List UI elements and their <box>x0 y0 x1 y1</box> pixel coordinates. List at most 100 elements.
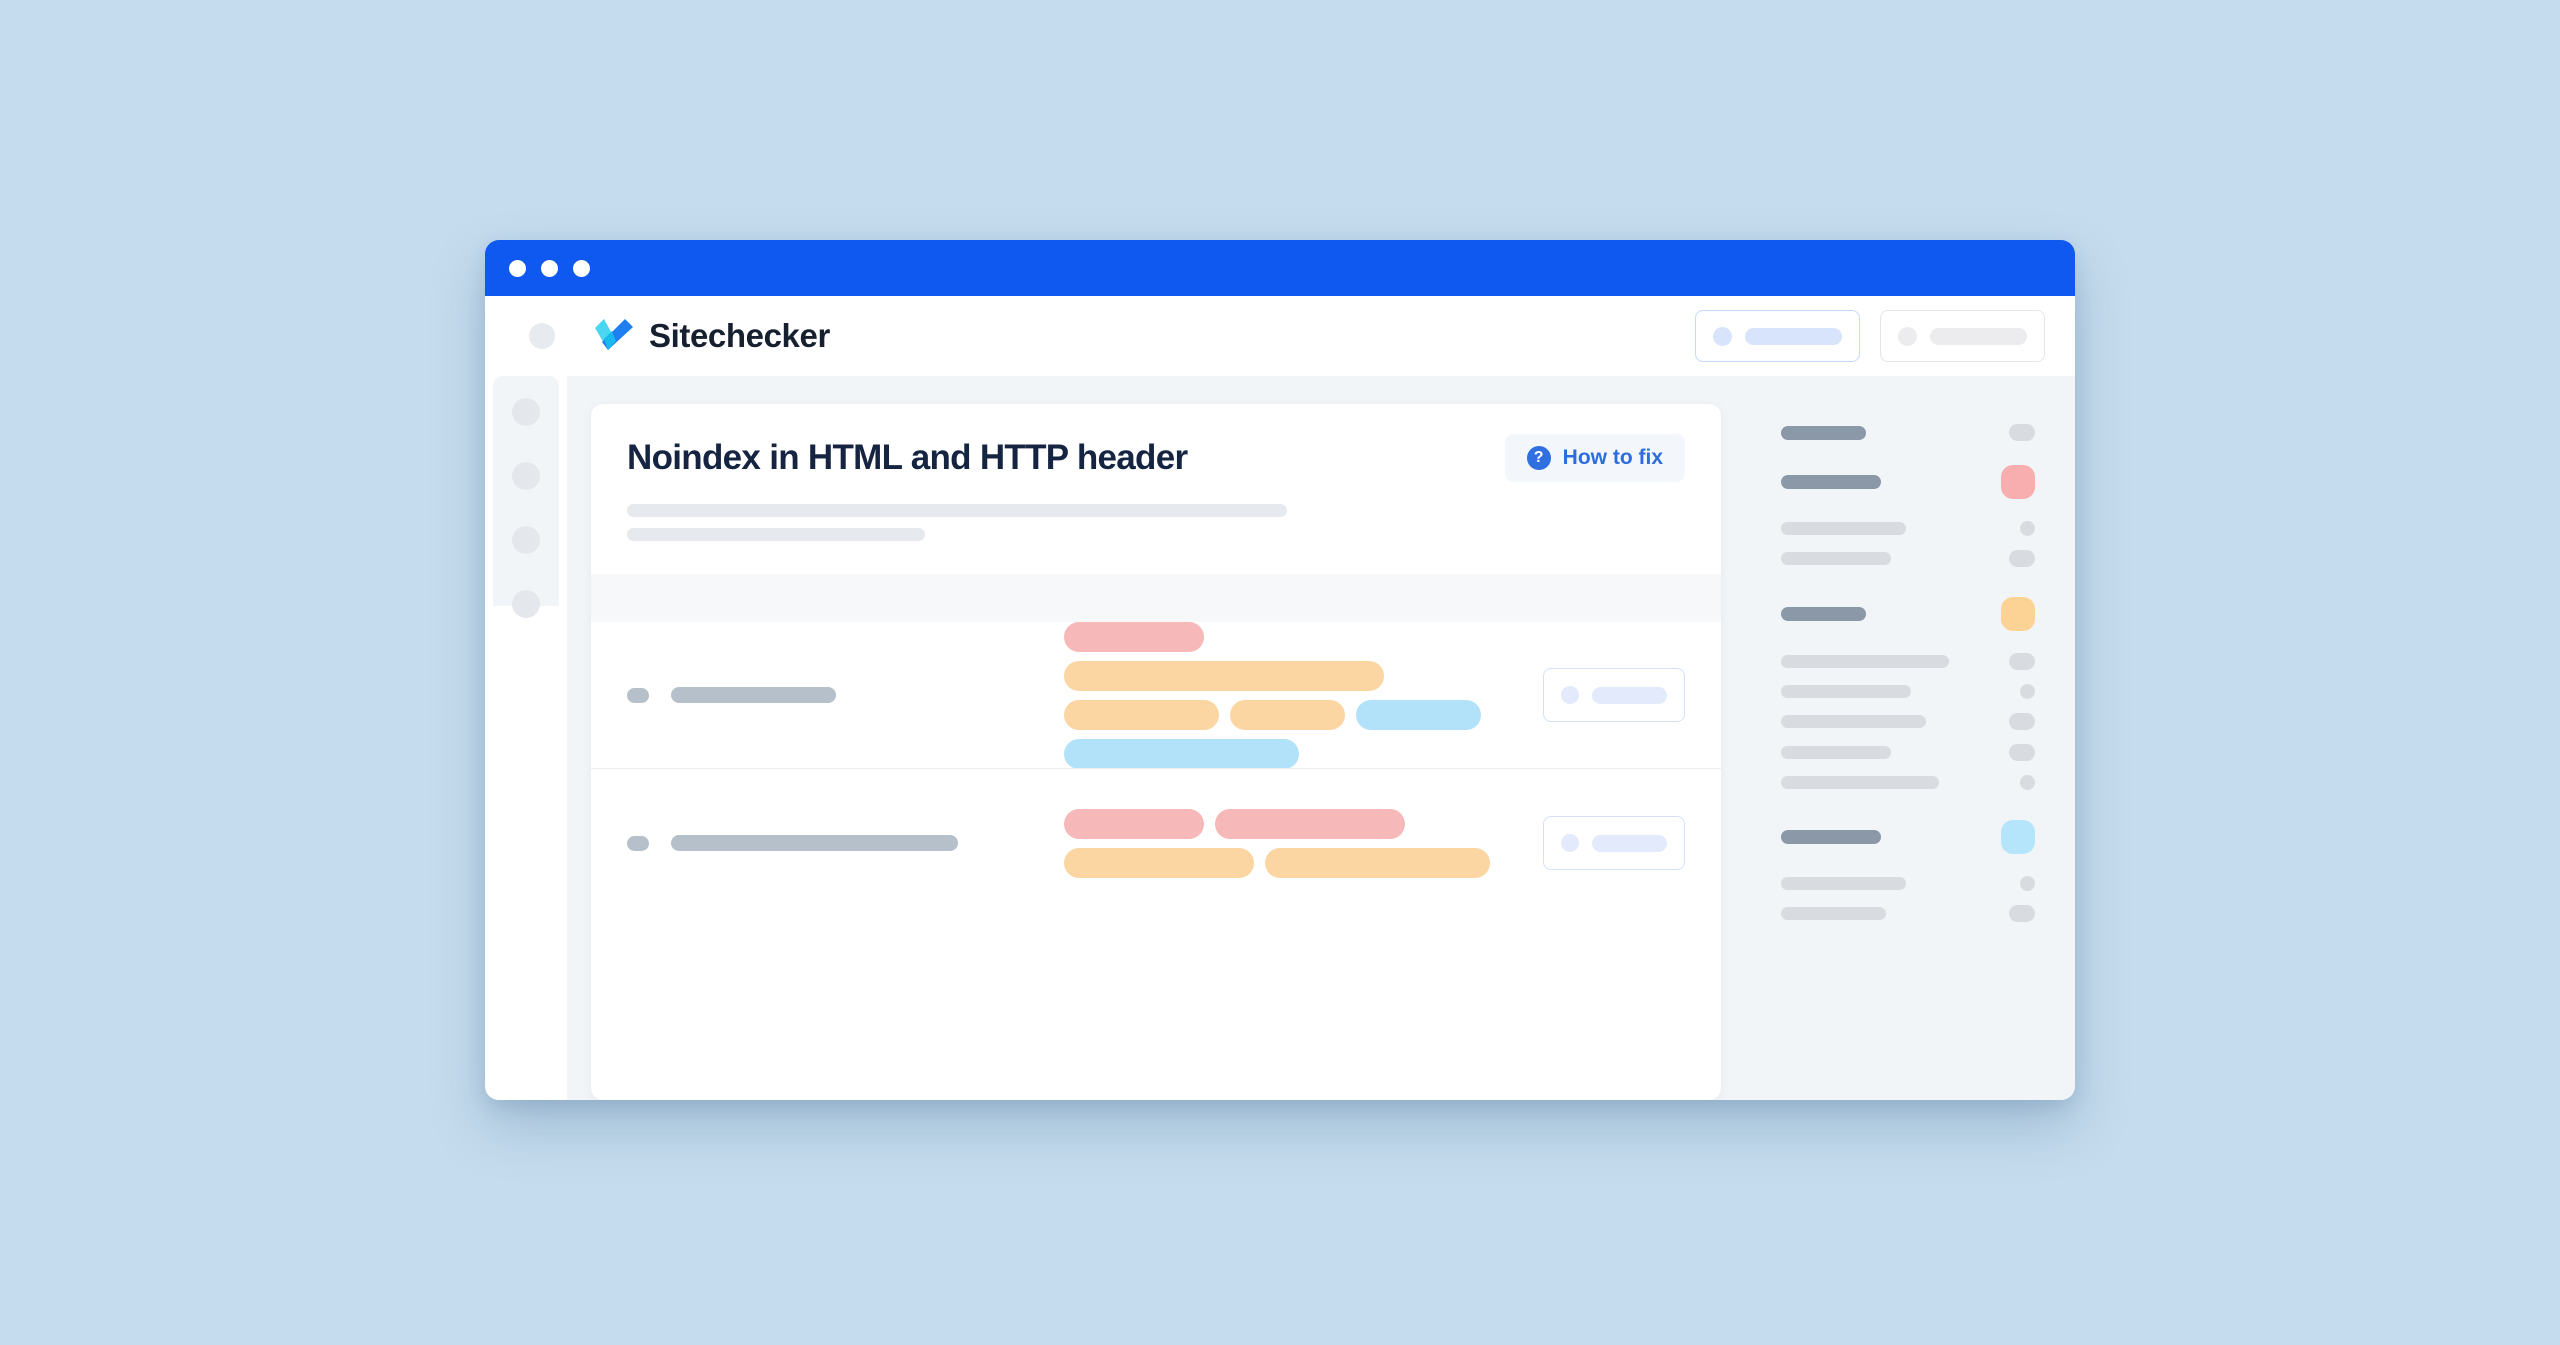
table-header-strip <box>591 574 1721 622</box>
tag-orange[interactable] <box>1064 847 1254 878</box>
issue-card-title-row: Noindex in HTML and HTTP header ? How to… <box>627 434 1685 482</box>
tag-orange[interactable] <box>1265 847 1490 878</box>
brand-name: Sitechecker <box>649 317 830 354</box>
issue-row-2-label <box>627 835 958 851</box>
right-panel-label <box>1781 685 1911 698</box>
right-panel-label <box>1781 425 1866 440</box>
sidebar-item-4-circle-placeholder-icon[interactable] <box>512 590 540 618</box>
how-to-fix-button[interactable]: ? How to fix <box>1504 434 1685 482</box>
window-titlebar <box>485 240 2075 296</box>
right-panel-badge-orange <box>2001 597 2035 631</box>
row-action-button-1[interactable] <box>1543 668 1685 722</box>
header-secondary-button[interactable] <box>1880 310 2045 362</box>
row-label-placeholder <box>671 835 958 851</box>
right-panel-label <box>1781 607 1866 621</box>
window-dot-minimize-icon[interactable] <box>541 259 558 277</box>
right-panel-badge <box>2009 744 2035 761</box>
right-panel-badge <box>2020 521 2035 536</box>
tag-blue[interactable] <box>1356 699 1481 730</box>
button-placeholder-label <box>1930 327 2027 345</box>
sidebar-item-3-circle-placeholder-icon[interactable] <box>512 526 540 554</box>
app-body: Noindex in HTML and HTTP header ? How to… <box>485 376 2075 1100</box>
right-panel-item-4-1[interactable] <box>1781 876 2035 891</box>
right-panel-header-1[interactable] <box>1781 424 2035 441</box>
issue-card-header: Noindex in HTML and HTTP header ? How to… <box>591 404 1721 574</box>
button-placeholder-icon <box>1713 326 1732 346</box>
right-panel-label <box>1781 552 1891 565</box>
right-panel-label <box>1781 655 1949 668</box>
right-panel-item-2-1[interactable] <box>1781 521 2035 536</box>
right-panel-label <box>1781 877 1906 890</box>
right-panel-item-3-2[interactable] <box>1781 684 2035 699</box>
button-placeholder-label <box>1592 834 1667 852</box>
sidebar-item-2-circle-placeholder-icon[interactable] <box>512 462 540 490</box>
header-actions <box>1695 310 2045 362</box>
tag-orange[interactable] <box>1064 660 1384 691</box>
right-panel-item-3-4[interactable] <box>1781 744 2035 761</box>
right-panel-header-3[interactable] <box>1781 597 2035 631</box>
row-bullet-icon <box>627 687 649 703</box>
right-panel-label <box>1781 715 1926 728</box>
right-panel-group-1 <box>1781 424 2035 441</box>
button-placeholder-icon <box>1561 834 1579 852</box>
button-placeholder-label <box>1592 686 1667 704</box>
button-placeholder-label <box>1745 327 1842 345</box>
sidebar-item-1-circle-placeholder-icon[interactable] <box>512 398 540 426</box>
row-bullet-icon <box>627 835 649 851</box>
description-placeholder <box>627 504 1685 541</box>
header-primary-button[interactable] <box>1695 310 1860 362</box>
sidebar <box>485 376 567 1100</box>
right-panel-item-3-5[interactable] <box>1781 775 2035 790</box>
button-placeholder-icon <box>1561 686 1579 704</box>
right-panel-item-4-2[interactable] <box>1781 905 2035 922</box>
right-panel-badge <box>2020 775 2035 790</box>
description-line-2 <box>627 528 925 541</box>
sitechecker-check-logo-icon <box>595 319 633 353</box>
right-panel-header-4[interactable] <box>1781 820 2035 854</box>
right-panel-badge <box>2009 905 2035 922</box>
tag-red[interactable] <box>1064 808 1204 839</box>
right-panel-item-3-3[interactable] <box>1781 713 2035 730</box>
window-dot-close-icon[interactable] <box>509 259 526 277</box>
right-panel-group-4 <box>1781 820 2035 922</box>
right-panel-badge <box>2020 684 2035 699</box>
page-title: Noindex in HTML and HTTP header <box>627 438 1188 477</box>
tag-orange[interactable] <box>1064 699 1219 730</box>
right-panel-badge <box>2009 550 2035 567</box>
right-panel-badge <box>2009 424 2035 441</box>
app-header: Sitechecker <box>485 296 2075 376</box>
issue-card: Noindex in HTML and HTTP header ? How to… <box>591 404 1721 1100</box>
right-panel-header-2[interactable] <box>1781 465 2035 499</box>
browser-window: Sitechecker Noindex in HTML and HTTP hea… <box>485 240 2075 1100</box>
row-action-button-2[interactable] <box>1543 816 1685 870</box>
window-dot-maximize-icon[interactable] <box>573 259 590 277</box>
right-panel-badge-blue <box>2001 820 2035 854</box>
tag-red[interactable] <box>1215 808 1405 839</box>
right-panel-label <box>1781 907 1886 920</box>
issue-row-2-tags <box>1064 808 1534 878</box>
row-label-placeholder <box>671 687 836 703</box>
right-panel-badge <box>2009 713 2035 730</box>
right-panel-item-2-2[interactable] <box>1781 550 2035 567</box>
main-content: Noindex in HTML and HTTP header ? How to… <box>567 376 1745 1100</box>
how-to-fix-label: How to fix <box>1562 446 1663 469</box>
question-mark-icon: ? <box>1526 446 1551 470</box>
brand: Sitechecker <box>595 317 830 355</box>
issue-row-1[interactable] <box>591 621 1721 769</box>
right-panel-label <box>1781 746 1891 759</box>
right-panel-badge <box>2020 876 2035 891</box>
right-panel-label <box>1781 522 1906 535</box>
description-line-1 <box>627 504 1287 517</box>
right-panel-group-2 <box>1781 465 2035 567</box>
right-panel-group-3 <box>1781 597 2035 790</box>
right-panel-item-3-1[interactable] <box>1781 653 2035 670</box>
tag-orange[interactable] <box>1230 699 1345 730</box>
issue-row-1-label <box>627 687 836 703</box>
menu-dot-icon[interactable] <box>529 323 555 349</box>
right-panel-label <box>1781 830 1881 844</box>
right-panel-label <box>1781 776 1939 789</box>
tag-red[interactable] <box>1064 621 1204 652</box>
button-placeholder-icon <box>1898 326 1917 346</box>
tag-blue[interactable] <box>1064 738 1299 769</box>
issue-row-2[interactable] <box>591 768 1721 918</box>
